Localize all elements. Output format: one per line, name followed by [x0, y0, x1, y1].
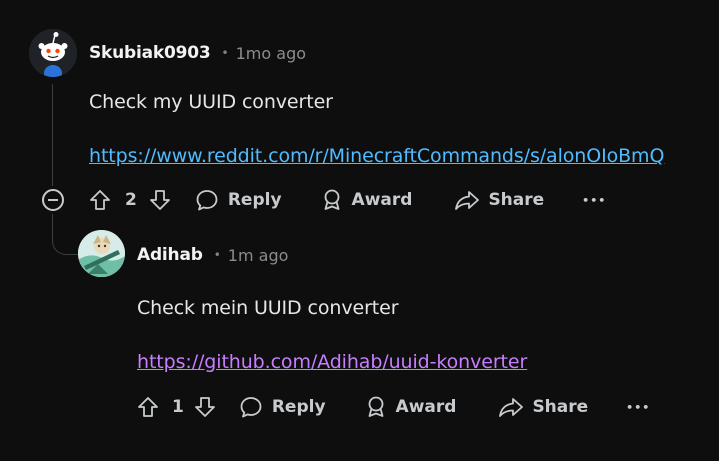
thread-branch-line [52, 214, 79, 255]
upvote-arrow-icon [138, 397, 158, 417]
reply-button[interactable]: Reply [239, 396, 326, 418]
vote-count: 2 [125, 190, 137, 210]
share-label: Share [488, 190, 545, 210]
award-button[interactable]: Award [364, 395, 457, 419]
award-ribbon-icon [368, 396, 383, 417]
comment-text: Check mein UUID converter [137, 297, 399, 319]
user-avatar-icon [78, 230, 125, 277]
timestamp[interactable]: 1m ago [228, 246, 289, 265]
ellipsis-icon: ••• [626, 400, 651, 414]
award-label: Award [395, 397, 457, 417]
award-ribbon-icon [324, 189, 339, 210]
share-arrow-icon [499, 398, 524, 417]
reply-button[interactable]: Reply [195, 189, 282, 211]
meta-separator: • [221, 46, 229, 60]
comment-actions: 2 Reply Award Share ••• [89, 183, 606, 217]
speech-bubble-icon [196, 190, 218, 211]
comment-link[interactable]: https://www.reddit.com/r/MinecraftComman… [89, 145, 664, 167]
avatar[interactable] [29, 29, 77, 77]
comment-text: Check my UUID converter [89, 91, 333, 113]
upvote-arrow-icon [90, 190, 110, 210]
downvote-button[interactable] [194, 396, 216, 418]
avatar[interactable] [78, 230, 125, 277]
ellipsis-icon: ••• [582, 193, 607, 207]
collapse-thread-button[interactable] [42, 189, 64, 211]
award-label: Award [351, 190, 413, 210]
share-arrow-icon [455, 191, 480, 210]
share-button[interactable]: Share [498, 396, 588, 418]
thread-line [52, 84, 53, 186]
award-button[interactable]: Award [320, 188, 413, 212]
vote-count: 1 [172, 397, 184, 417]
snoo-avatar-icon [29, 29, 77, 77]
upvote-button[interactable] [137, 396, 159, 418]
username[interactable]: Adihab [137, 245, 203, 265]
comment-link[interactable]: https://github.com/Adihab/uuid-konverter [137, 351, 527, 373]
upvote-button[interactable] [89, 189, 111, 211]
more-options-button[interactable]: ••• [582, 194, 606, 207]
comment-header: Adihab • 1m ago [137, 243, 288, 267]
reply-label: Reply [271, 397, 326, 417]
downvote-button[interactable] [149, 189, 171, 211]
share-label: Share [532, 397, 589, 417]
downvote-arrow-icon [149, 190, 170, 210]
minus-circle-icon [48, 199, 58, 201]
share-button[interactable]: Share [454, 189, 544, 211]
comment-header: Skubiak0903 • 1mo ago [89, 41, 306, 65]
speech-bubble-icon [240, 397, 262, 418]
meta-separator: • [213, 248, 221, 262]
reply-label: Reply [227, 190, 282, 210]
more-options-button[interactable]: ••• [626, 401, 650, 414]
downvote-arrow-icon [194, 397, 215, 417]
comment-actions: 1 Reply Award Share ••• [137, 390, 650, 424]
username[interactable]: Skubiak0903 [89, 43, 211, 63]
timestamp[interactable]: 1mo ago [236, 44, 306, 63]
